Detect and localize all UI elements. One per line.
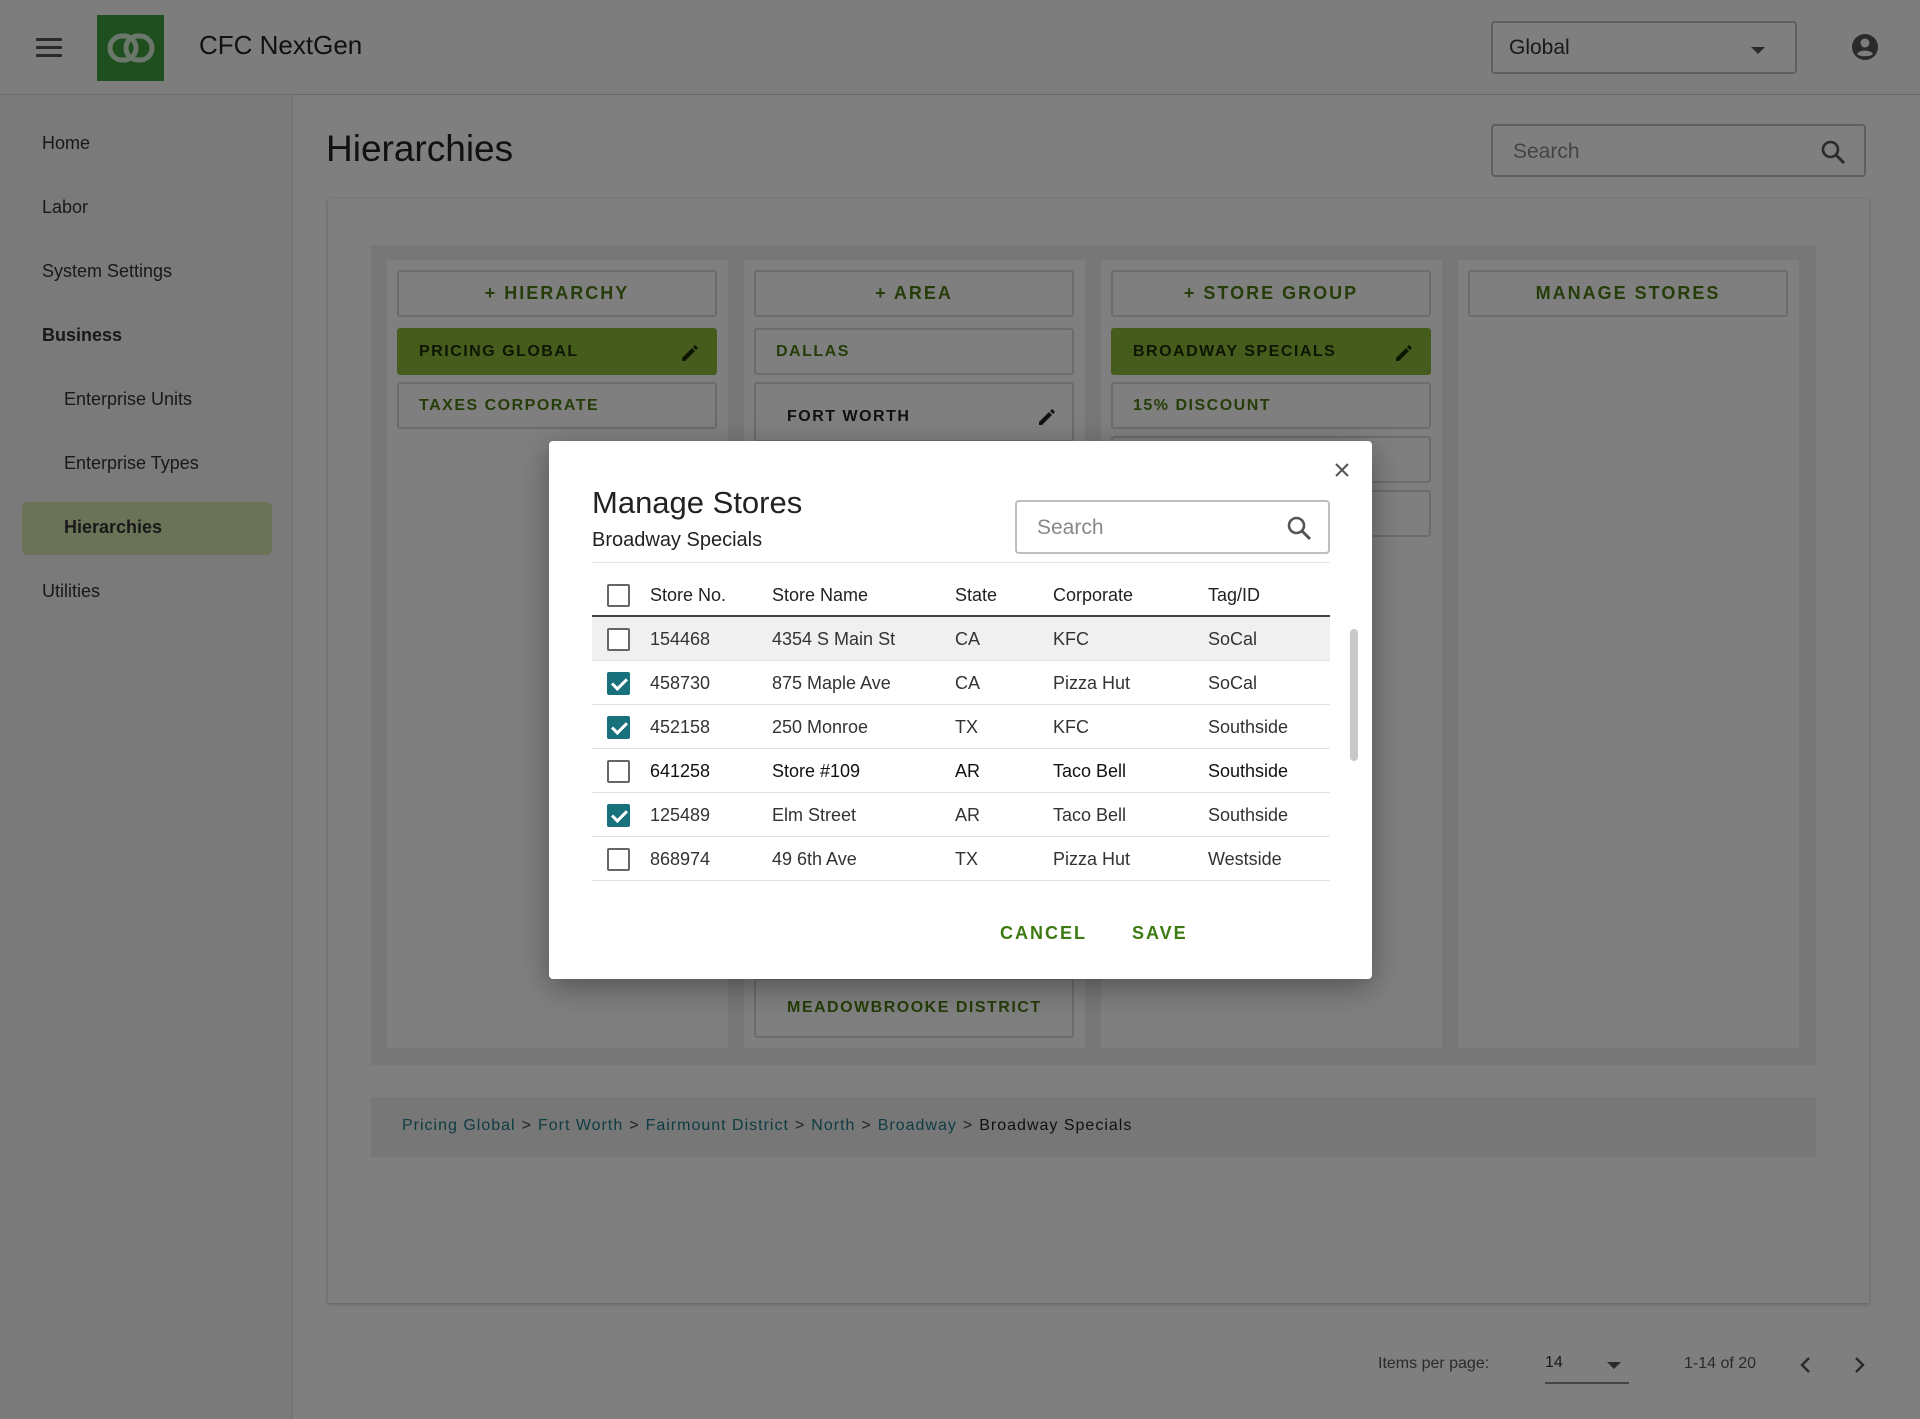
table-cell-corporate: Pizza Hut [1053,849,1131,869]
column-header-tag-id[interactable]: Tag/ID [1208,585,1260,606]
table-scrollbar[interactable] [1350,629,1358,761]
row-checkbox[interactable] [607,848,630,871]
table-cell-state: AR [955,805,981,825]
table-cell-corporate: Pizza Hut [1053,673,1131,693]
table-cell-no: 641258 [650,761,711,781]
table-cell-state: TX [955,717,979,737]
table-row[interactable]: 125489 Elm Street AR Taco Bell Southside [592,793,1330,837]
dialog-title: Manage Stores [592,485,803,520]
table-cell-no: 125489 [650,805,711,825]
table-cell-state: TX [955,849,979,869]
search-icon[interactable] [1286,515,1312,541]
table-row[interactable]: 868974 49 6th Ave TX Pizza Hut Westside [592,837,1330,881]
manage-stores-dialog: Manage Stores Broadway Specials Search S… [549,441,1372,979]
column-header-store-no[interactable]: Store No. [650,585,726,606]
dialog-search-placeholder: Search [1037,516,1104,539]
column-header-state[interactable]: State [955,585,997,606]
stores-table: Store No. Store Name State Corporate Tag… [592,575,1330,881]
row-checkbox[interactable] [607,672,630,695]
table-cell-tag: SoCal [1208,673,1258,693]
table-cell-state: AR [955,761,981,781]
cancel-button[interactable]: CANCEL [1000,923,1087,944]
table-cell-no: 458730 [650,673,711,693]
table-cell-corporate: Taco Bell [1053,805,1127,825]
table-cell-state: CA [955,673,981,693]
table-cell-corporate: KFC [1053,717,1089,737]
row-checkbox[interactable] [607,716,630,739]
save-button[interactable]: SAVE [1132,923,1188,944]
row-checkbox[interactable] [607,628,630,651]
table-cell-tag: Westside [1208,849,1282,869]
table-row[interactable]: 641258 Store #109 AR Taco Bell Southside [592,749,1330,793]
table-row[interactable]: 154468 4354 S Main St CA KFC SoCal [592,617,1330,661]
table-cell-name: 250 Monroe [772,717,869,737]
table-cell-corporate: KFC [1053,629,1089,649]
row-checkbox[interactable] [607,760,630,783]
column-header-corporate[interactable]: Corporate [1053,585,1133,606]
table-row[interactable]: 452158 250 Monroe TX KFC Southside [592,705,1330,749]
table-cell-name: 875 Maple Ave [772,673,891,693]
row-checkbox[interactable] [607,804,630,827]
close-icon[interactable] [1332,460,1352,480]
column-header-store-name[interactable]: Store Name [772,585,868,606]
table-cell-state: CA [955,629,981,649]
table-row[interactable]: 458730 875 Maple Ave CA Pizza Hut SoCal [592,661,1330,705]
table-cell-corporate: Taco Bell [1053,761,1127,781]
table-cell-no: 154468 [650,629,711,649]
table-cell-no: 868974 [650,849,711,869]
table-cell-tag: Southside [1208,805,1289,825]
table-cell-name: Store #109 [772,761,861,781]
table-cell-name: Elm Street [772,805,857,825]
table-cell-tag: SoCal [1208,629,1258,649]
dialog-subtitle: Broadway Specials [592,529,763,551]
table-cell-tag: Southside [1208,761,1289,781]
dialog-search-input[interactable]: Search [1015,500,1330,554]
table-header: Store No. Store Name State Corporate Tag… [592,575,1330,617]
table-cell-no: 452158 [650,717,711,737]
table-cell-name: 4354 S Main St [772,629,896,649]
table-cell-tag: Southside [1208,717,1289,737]
table-cell-name: 49 6th Ave [772,849,857,869]
select-all-checkbox[interactable] [607,584,630,607]
dialog-divider [592,562,1330,563]
